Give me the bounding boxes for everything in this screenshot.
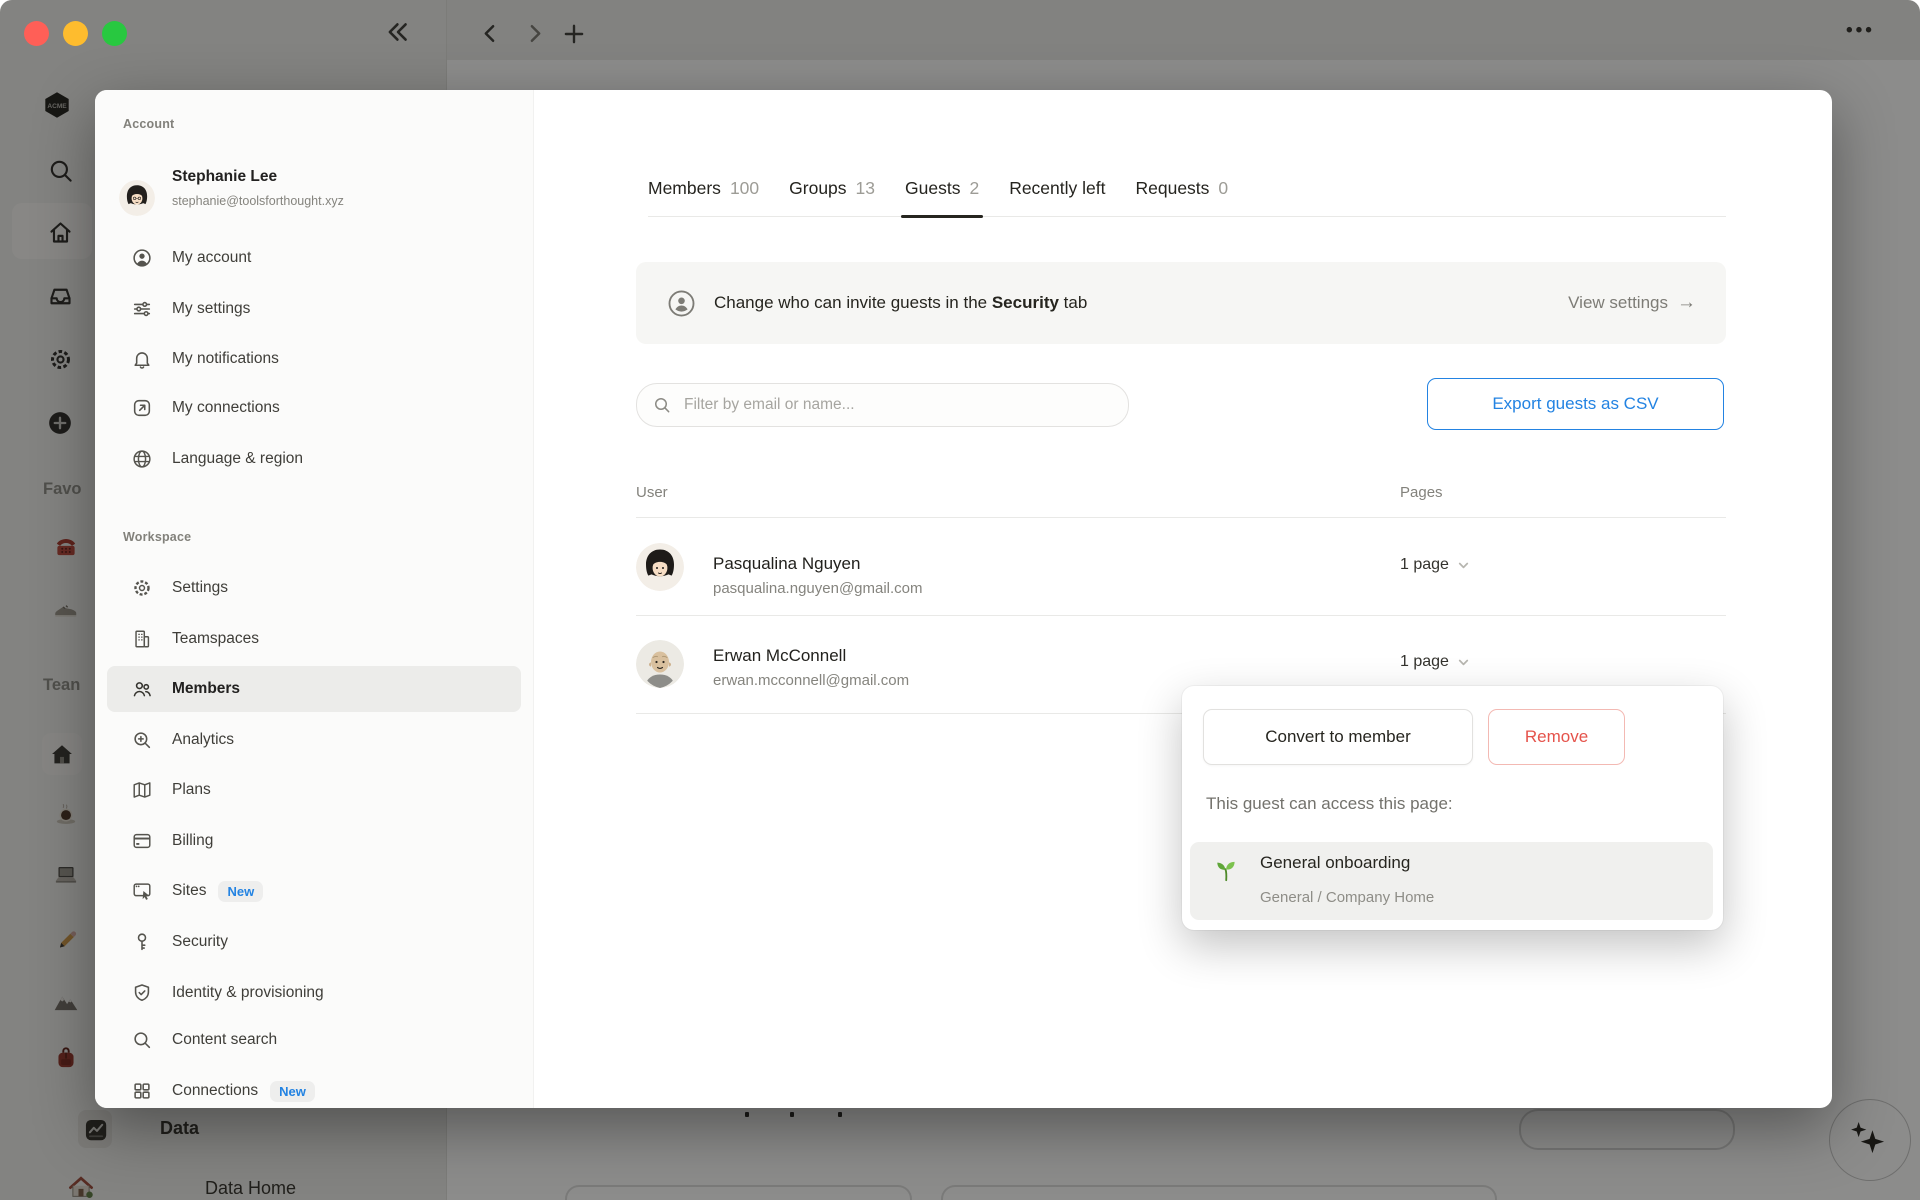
guest-access-caption: This guest can access this page: — [1206, 794, 1453, 813]
new-badge: New — [270, 1080, 315, 1102]
sidebar-item-billing[interactable]: Billing — [107, 818, 521, 864]
magnifier-plus-icon — [131, 729, 153, 751]
chevron-down-icon — [1458, 659, 1469, 665]
user-email: stephanie@toolsforthought.xyz — [172, 194, 344, 208]
seedling-icon — [1212, 856, 1240, 884]
remove-guest-button[interactable]: Remove — [1488, 709, 1625, 765]
building-icon — [131, 628, 153, 650]
sidebar-item-analytics[interactable]: Analytics — [107, 717, 521, 763]
bell-icon — [131, 348, 153, 370]
invite-guests-banner: Change who can invite guests in the Secu… — [636, 262, 1726, 344]
chevron-down-icon — [1458, 562, 1469, 568]
person-circle-icon — [131, 247, 153, 269]
person-badge-icon — [667, 289, 696, 318]
view-settings-link[interactable]: View settings → — [1568, 292, 1696, 314]
avatar — [119, 180, 155, 216]
sidebar-item-members[interactable]: Members — [107, 666, 521, 712]
magnifier-icon — [131, 1029, 153, 1051]
pages-dropdown[interactable]: 1 page — [1400, 556, 1470, 574]
sidebar-item-my-notifications[interactable]: My notifications — [107, 336, 521, 382]
sidebar-item-language-region[interactable]: Language & region — [107, 436, 521, 482]
accessible-page-item[interactable]: General onboarding General / Company Hom… — [1190, 842, 1713, 920]
gear-icon — [131, 577, 153, 599]
new-badge: New — [218, 880, 264, 902]
map-icon — [131, 779, 153, 801]
sidebar-item-my-account[interactable]: My account — [107, 235, 521, 281]
arrow-right-icon: → — [1677, 292, 1696, 313]
settings-sidebar: Account Stephanie Lee stephanie@toolsfor… — [95, 90, 534, 1108]
sidebar-item-identity-provisioning[interactable]: Identity & provisioning — [107, 970, 521, 1016]
sidebar-item-security[interactable]: Security — [107, 919, 521, 965]
grid-icon — [131, 1080, 153, 1102]
tab-recently-left[interactable]: Recently left — [1009, 178, 1105, 216]
search-icon — [655, 398, 670, 413]
sidebar-item-my-settings[interactable]: My settings — [107, 286, 521, 332]
key-icon — [131, 931, 153, 953]
avatar — [636, 640, 684, 688]
user-name: Stephanie Lee — [172, 168, 278, 185]
sidebar-item-settings[interactable]: Settings — [107, 565, 521, 611]
members-page: Members 100 Groups 13 Guests 2 Recently lef… — [533, 90, 1832, 1108]
sliders-icon — [131, 298, 153, 320]
divider — [636, 615, 1726, 616]
workspace-section-label: Workspace — [123, 530, 192, 544]
settings-dialog: Account Stephanie Lee stephanie@toolsfor… — [95, 90, 1832, 1108]
credit-card-icon — [131, 830, 153, 852]
account-section-label: Account — [123, 117, 175, 131]
tab-requests[interactable]: Requests 0 — [1135, 178, 1228, 216]
pages-column-header: Pages — [1400, 484, 1443, 501]
globe-icon — [131, 448, 153, 470]
sidebar-item-plans[interactable]: Plans — [107, 767, 521, 813]
tab-guests[interactable]: Guests 2 — [900, 178, 984, 218]
sidebar-item-connections[interactable]: Connections New — [107, 1068, 521, 1114]
avatar — [636, 543, 684, 591]
tab-groups[interactable]: Groups 13 — [789, 178, 875, 216]
convert-to-member-button[interactable]: Convert to member — [1203, 709, 1473, 765]
user-column-header: User — [636, 484, 668, 501]
sidebar-item-my-connections[interactable]: My connections — [107, 385, 521, 431]
sidebar-item-sites[interactable]: Sites New — [107, 868, 521, 914]
export-guests-button[interactable]: Export guests as CSV — [1427, 378, 1724, 430]
app-window: ••• ACME Favo Tean Data Data Home Accoun… — [0, 0, 1920, 1200]
banner-text: Change who can invite guests in the Secu… — [714, 293, 1088, 312]
browser-cursor-icon — [131, 880, 153, 902]
shield-check-icon — [131, 982, 153, 1004]
divider — [636, 517, 1726, 518]
window-controls — [24, 21, 127, 46]
zoom-button[interactable] — [102, 21, 127, 46]
tab-members[interactable]: Members 100 — [648, 178, 759, 216]
pages-dropdown[interactable]: 1 page — [1400, 653, 1470, 671]
guest-actions-popover: Convert to member Remove This guest can … — [1182, 686, 1723, 930]
sidebar-item-content-search[interactable]: Content search — [107, 1017, 521, 1063]
page-title: General onboarding — [1260, 853, 1411, 872]
filter-input[interactable] — [682, 395, 1086, 415]
page-path: General / Company Home — [1260, 889, 1435, 906]
sidebar-item-teamspaces[interactable]: Teamspaces — [107, 616, 521, 662]
arrow-up-right-box-icon — [131, 397, 153, 419]
guest-filter — [636, 383, 1129, 427]
minimize-button[interactable] — [63, 21, 88, 46]
close-button[interactable] — [24, 21, 49, 46]
people-icon — [131, 678, 153, 700]
member-tabs: Members 100 Groups 13 Guests 2 Recently lef… — [648, 178, 1726, 218]
